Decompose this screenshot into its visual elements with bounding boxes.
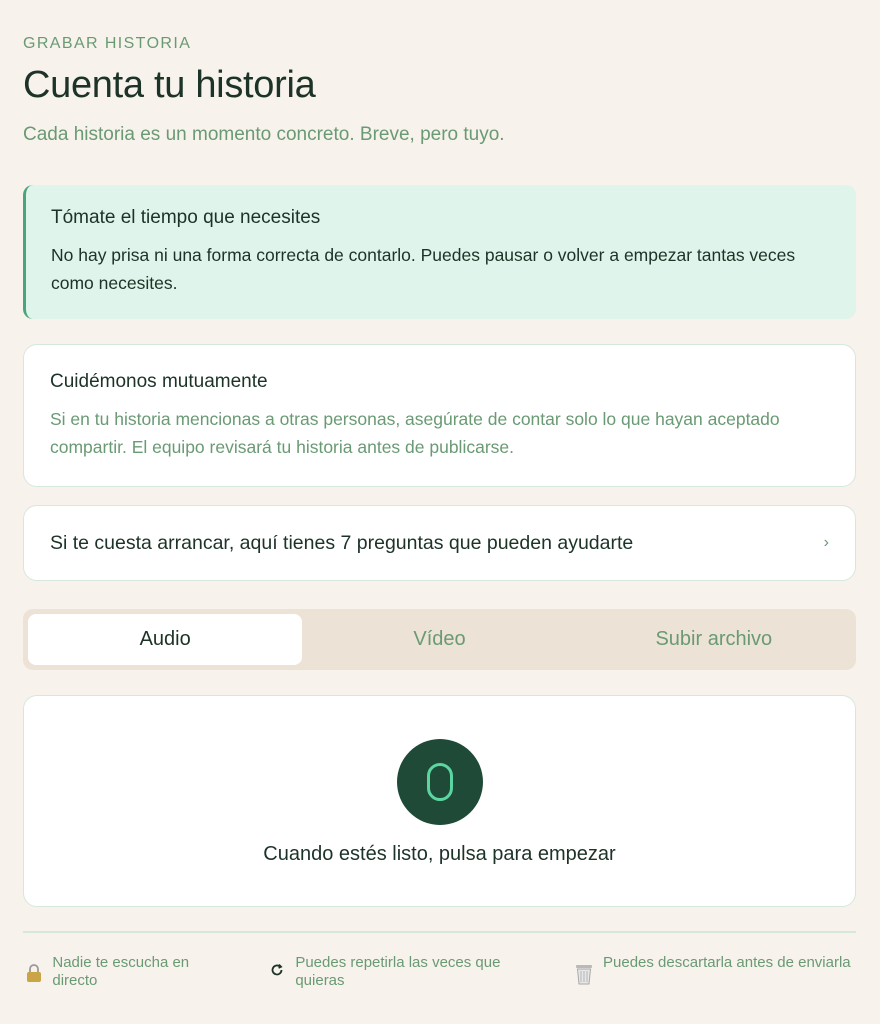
questions-button[interactable]: Si te cuesta arrancar, aquí tienes 7 pre… — [23, 505, 856, 581]
page-eyebrow: GRABAR HISTORIA — [23, 35, 192, 52]
care-card: Cuidémonos mutuamente Si en tu historia … — [23, 344, 856, 487]
recorder-panel: Cuando estés listo, pulsa para empezar — [23, 695, 856, 907]
time-notice: Tómate el tiempo que necesites No hay pr… — [23, 185, 856, 319]
notice-body: No hay prisa ni una forma correcta de co… — [51, 245, 796, 293]
footer-text-discard: Puedes descartarla antes de enviarla — [603, 954, 851, 971]
microphone-icon — [426, 763, 453, 801]
tab-audio[interactable]: Audio — [28, 614, 303, 665]
footer-text-live: Nadie te escucha en directo — [52, 954, 190, 989]
footer-item-repeat: Puedes repetirla las veces que quieras — [266, 954, 546, 990]
tab-video[interactable]: Vídeo — [302, 614, 576, 665]
media-tabs: Audio Vídeo Subir archivo — [23, 609, 856, 670]
trash-icon — [573, 963, 595, 985]
notice-title: Tómate el tiempo que necesites — [51, 207, 321, 228]
tab-upload[interactable]: Subir archivo — [577, 614, 851, 665]
footer-divider — [23, 931, 856, 933]
care-title: Cuidémonos mutuamente — [50, 371, 268, 392]
record-button[interactable] — [396, 739, 483, 825]
chevron-right-icon: › — [823, 534, 829, 551]
footer-item-discard: Puedes descartarla antes de enviarla — [573, 954, 853, 985]
footer-text-repeat: Puedes repetirla las veces que quieras — [295, 954, 501, 989]
care-body: Si en tu historia mencionas a otras pers… — [50, 409, 780, 457]
page-title: Cuenta tu historia — [23, 64, 316, 106]
footer-item-live: Nadie te escucha en directo — [23, 954, 233, 990]
questions-label: Si te cuesta arrancar, aquí tienes 7 pre… — [50, 531, 634, 554]
lock-icon — [23, 963, 44, 983]
record-hint: Cuando estés listo, pulsa para empezar — [263, 843, 616, 865]
refresh-icon — [266, 963, 287, 977]
page-subtitle: Cada historia es un momento concreto. Br… — [23, 124, 505, 145]
